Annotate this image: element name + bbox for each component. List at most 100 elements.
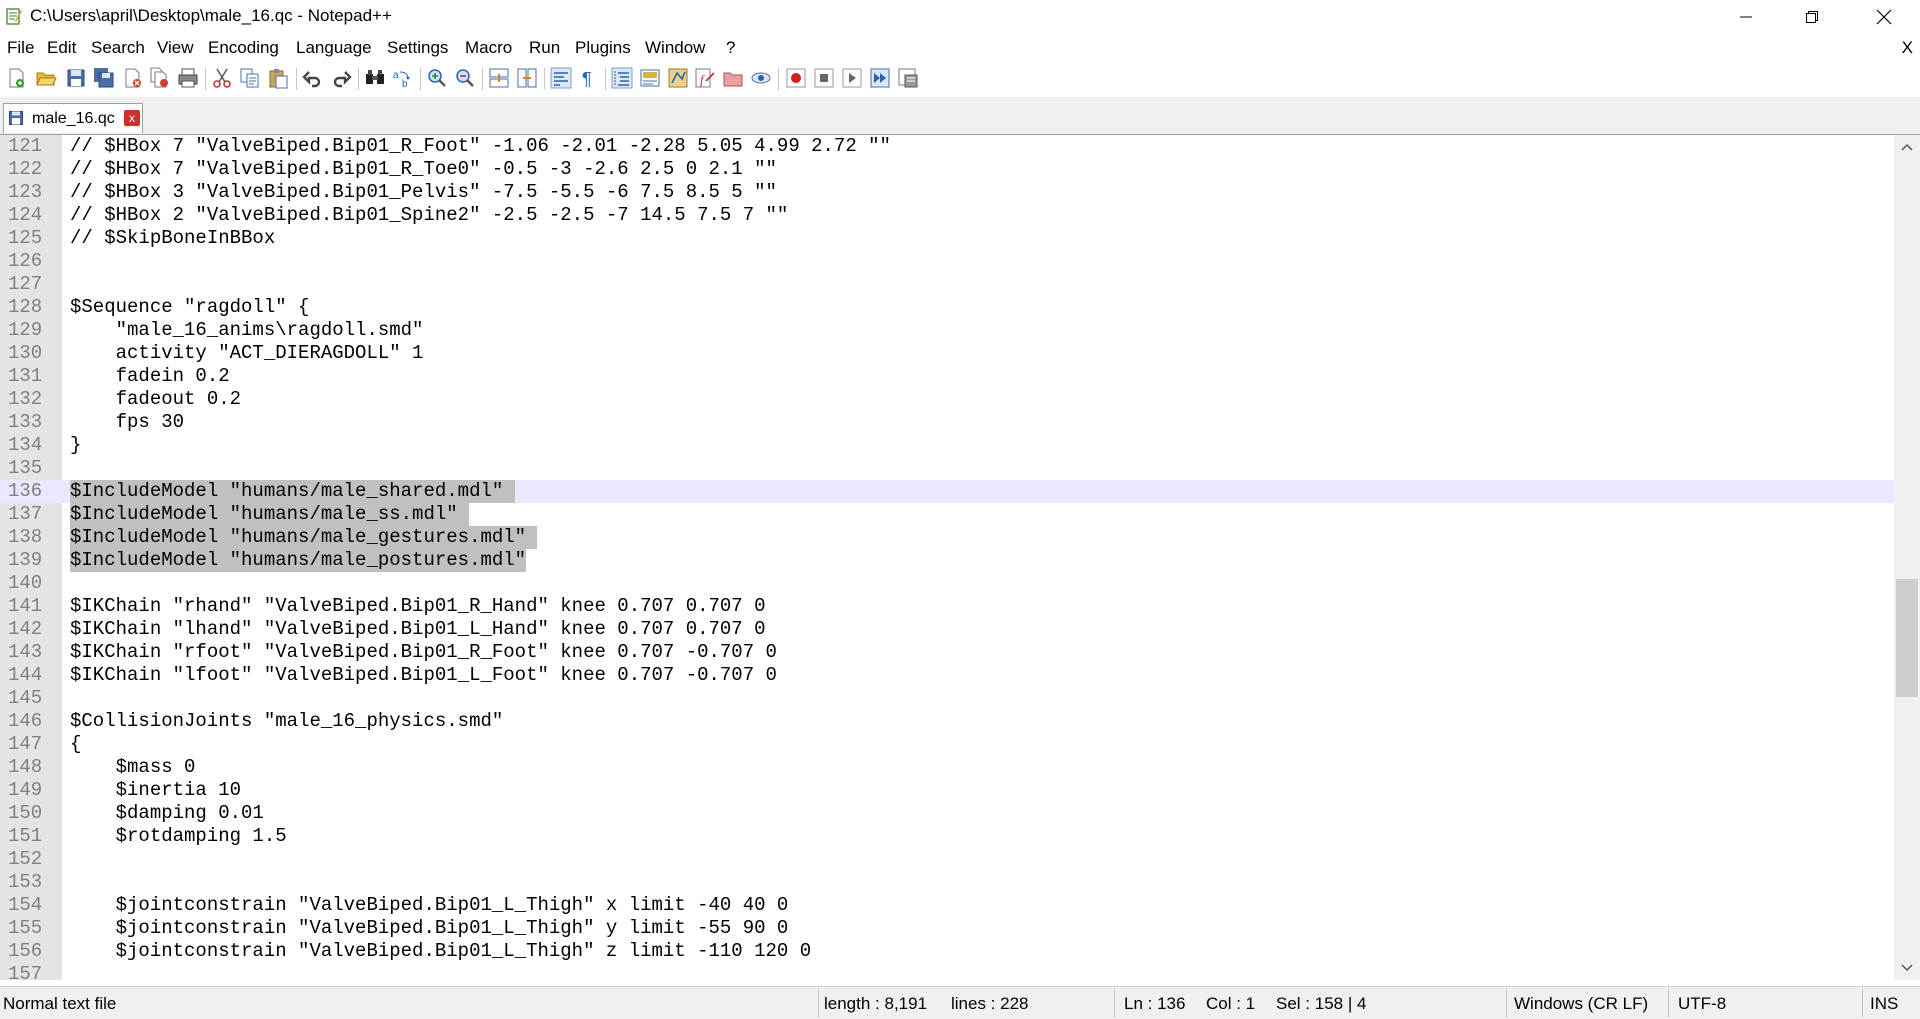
folder-workspace-icon[interactable]: f: [694, 67, 716, 89]
scrollbar-thumb[interactable]: [1896, 579, 1918, 697]
monitoring-icon[interactable]: [750, 67, 772, 89]
code-text[interactable]: $inertia 10: [70, 779, 241, 802]
replace-icon[interactable]: ab: [392, 67, 414, 89]
copy-icon[interactable]: [239, 67, 261, 89]
code-text[interactable]: // $HBox 7 "ValveBiped.Bip01_R_Toe0" -0.…: [70, 158, 777, 181]
close-file-icon[interactable]: [122, 67, 144, 89]
code-line[interactable]: 142 $IKChain "lhand" "ValveBiped.Bip01_L_…: [0, 618, 1894, 641]
code-line[interactable]: 127: [0, 273, 1894, 296]
code-line[interactable]: 122 // $HBox 7 "ValveBiped.Bip01_R_Toe0" …: [0, 158, 1894, 181]
zoom-out-icon[interactable]: [454, 67, 476, 89]
code-line[interactable]: 153: [0, 871, 1894, 894]
word-wrap-icon[interactable]: [550, 67, 572, 89]
code-line[interactable]: 133 fps 30: [0, 411, 1894, 434]
function-list-icon[interactable]: [667, 67, 689, 89]
document-map-icon[interactable]: [639, 67, 661, 89]
save-all-icon[interactable]: [93, 67, 115, 89]
code-text[interactable]: {: [70, 733, 81, 756]
open-file-icon[interactable]: [35, 67, 57, 89]
sync-vertical-icon[interactable]: [488, 67, 510, 89]
tab-close-icon[interactable]: x: [124, 110, 140, 126]
close-window-button[interactable]: [1856, 0, 1912, 34]
folder-icon[interactable]: [722, 67, 744, 89]
code-line[interactable]: 150 $damping 0.01: [0, 802, 1894, 825]
code-text[interactable]: "male_16_anims\ragdoll.smd": [70, 319, 424, 342]
code-text[interactable]: $IKChain "rfoot" "ValveBiped.Bip01_R_Foo…: [70, 641, 777, 664]
save-icon[interactable]: [65, 67, 87, 89]
code-line[interactable]: 143 $IKChain "rfoot" "ValveBiped.Bip01_R_…: [0, 641, 1894, 664]
code-text[interactable]: activity "ACT_DIERAGDOLL" 1: [70, 342, 424, 365]
print-icon[interactable]: [177, 67, 199, 89]
menu-language[interactable]: Language: [296, 38, 372, 58]
undo-icon[interactable]: [302, 67, 324, 89]
code-line[interactable]: 135: [0, 457, 1894, 480]
minimize-button[interactable]: [1718, 0, 1774, 34]
code-line[interactable]: 124 // $HBox 2 "ValveBiped.Bip01_Spine2" …: [0, 204, 1894, 227]
menu-window[interactable]: Window: [645, 38, 705, 58]
find-icon[interactable]: [364, 67, 386, 89]
macro-record-icon[interactable]: [785, 67, 807, 89]
code-text[interactable]: $IKChain "lhand" "ValveBiped.Bip01_L_Han…: [70, 618, 766, 641]
show-all-chars-icon[interactable]: ¶: [578, 67, 600, 89]
new-file-icon[interactable]: [5, 67, 27, 89]
code-text[interactable]: $CollisionJoints "male_16_physics.smd": [70, 710, 503, 733]
code-line[interactable]: 152: [0, 848, 1894, 871]
code-line[interactable]: 131 fadein 0.2: [0, 365, 1894, 388]
code-line[interactable]: 129 "male_16_anims\ragdoll.smd": [0, 319, 1894, 342]
close-document-button[interactable]: X: [1902, 38, 1913, 58]
code-line[interactable]: 138 $IncludeModel "humans/male_gestures.m…: [0, 526, 1894, 549]
selected-code-text[interactable]: $IncludeModel "humans/male_ss.mdl": [70, 503, 470, 526]
code-text[interactable]: fadein 0.2: [70, 365, 230, 388]
vertical-scrollbar[interactable]: [1894, 135, 1920, 980]
tab-male-16-qc[interactable]: male_16.qc x: [3, 103, 143, 133]
code-line[interactable]: 128 $Sequence "ragdoll" {: [0, 296, 1894, 319]
code-text[interactable]: $jointconstrain "ValveBiped.Bip01_L_Thig…: [70, 894, 789, 917]
redo-icon[interactable]: [330, 67, 352, 89]
selected-code-text[interactable]: $IncludeModel "humans/male_gestures.mdl": [70, 526, 538, 549]
code-line[interactable]: 156 $jointconstrain "ValveBiped.Bip01_L_…: [0, 940, 1894, 963]
selected-code-text[interactable]: $IncludeModel "humans/male_shared.mdl": [70, 480, 515, 503]
code-text[interactable]: $mass 0: [70, 756, 196, 779]
code-text[interactable]: $IKChain "rhand" "ValveBiped.Bip01_R_Han…: [70, 595, 766, 618]
macro-stop-icon[interactable]: [813, 67, 835, 89]
code-text[interactable]: // $SkipBoneInBBox: [70, 227, 275, 250]
code-text[interactable]: $damping 0.01: [70, 802, 264, 825]
menu-macro[interactable]: Macro: [465, 38, 512, 58]
code-line[interactable]: 134}: [0, 434, 1894, 457]
selected-code-text[interactable]: $IncludeModel "humans/male_postures.mdl": [70, 549, 527, 572]
code-text[interactable]: // $HBox 2 "ValveBiped.Bip01_Spine2" -2.…: [70, 204, 788, 227]
menu-settings[interactable]: Settings: [387, 38, 448, 58]
code-text[interactable]: $IKChain "lfoot" "ValveBiped.Bip01_L_Foo…: [70, 664, 777, 687]
code-text[interactable]: }: [70, 434, 81, 457]
code-line[interactable]: 145: [0, 687, 1894, 710]
menu-run[interactable]: Run: [529, 38, 560, 58]
code-line[interactable]: 157: [0, 963, 1894, 980]
cut-icon[interactable]: [211, 67, 233, 89]
code-line[interactable]: 154 $jointconstrain "ValveBiped.Bip01_L_…: [0, 894, 1894, 917]
code-text[interactable]: // $HBox 3 "ValveBiped.Bip01_Pelvis" -7.…: [70, 181, 777, 204]
code-line[interactable]: 147 {: [0, 733, 1894, 756]
code-line[interactable]: 121 // $HBox 7 "ValveBiped.Bip01_R_Foot" …: [0, 135, 1894, 158]
code-line[interactable]: 155 $jointconstrain "ValveBiped.Bip01_L_…: [0, 917, 1894, 940]
scroll-down-arrow[interactable]: [1894, 956, 1920, 980]
code-line[interactable]: 132 fadeout 0.2: [0, 388, 1894, 411]
zoom-in-icon[interactable]: [426, 67, 448, 89]
code-line[interactable]: 126: [0, 250, 1894, 273]
menu-plugins[interactable]: Plugins: [575, 38, 631, 58]
macro-play-icon[interactable]: [841, 67, 863, 89]
sync-horizontal-icon[interactable]: [516, 67, 538, 89]
code-line[interactable]: 139 $IncludeModel "humans/male_postures.m…: [0, 549, 1894, 572]
code-line[interactable]: 130 activity "ACT_DIERAGDOLL" 1: [0, 342, 1894, 365]
menu-file[interactable]: File: [7, 38, 34, 58]
editor[interactable]: 121 // $HBox 7 "ValveBiped.Bip01_R_Foot" …: [0, 135, 1894, 980]
indent-guide-icon[interactable]: [611, 67, 633, 89]
menu-help[interactable]: ?: [726, 38, 735, 58]
code-line[interactable]: 136 $IncludeModel "humans/male_shared.mdl…: [0, 480, 1894, 503]
code-line[interactable]: 125 // $SkipBoneInBBox: [0, 227, 1894, 250]
paste-icon[interactable]: [267, 67, 289, 89]
code-line[interactable]: 123 // $HBox 3 "ValveBiped.Bip01_Pelvis" …: [0, 181, 1894, 204]
code-text[interactable]: $Sequence "ragdoll" {: [70, 296, 309, 319]
code-line[interactable]: 148 $mass 0: [0, 756, 1894, 779]
code-text[interactable]: $jointconstrain "ValveBiped.Bip01_L_Thig…: [70, 917, 789, 940]
macro-save-icon[interactable]: [897, 67, 919, 89]
